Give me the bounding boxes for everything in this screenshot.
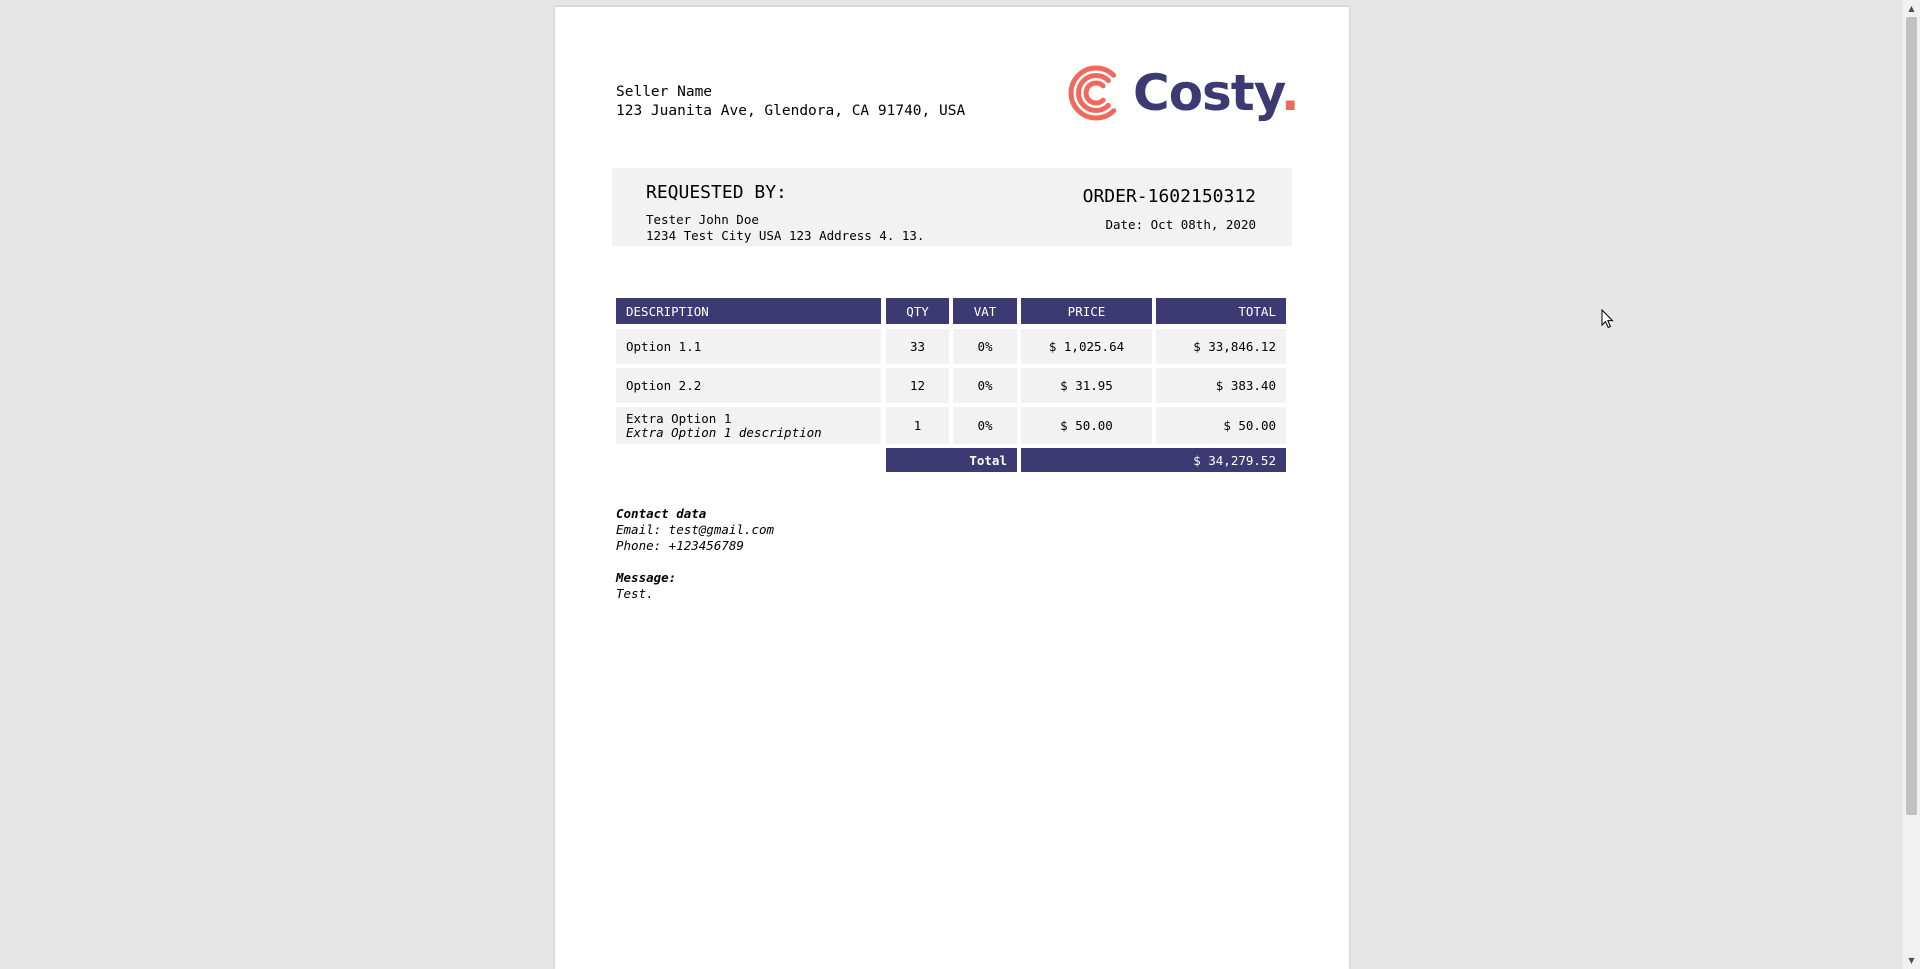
order-number: ORDER-1602150312 (1082, 186, 1256, 207)
row-2-description: Option 2.2 (616, 368, 881, 403)
message-text: Test. (616, 586, 654, 601)
seller-name: Seller Name (616, 84, 713, 100)
row-2-vat: 0% (953, 368, 1017, 403)
row-3-total: $ 50.00 (1156, 407, 1286, 444)
requested-by-box: REQUESTED BY: Tester John Doe 1234 Test … (612, 168, 1292, 246)
scrollbar-thumb[interactable] (1906, 17, 1917, 815)
row-2-price: $ 31.95 (1021, 368, 1152, 403)
row-3-subdescription: Extra Option 1 description (626, 424, 822, 440)
row-2-qty: 12 (886, 368, 949, 403)
requester-details: Tester John Doe 1234 Test City USA 123 A… (646, 212, 924, 244)
logo-text: Costy (1133, 64, 1282, 122)
row-1-description: Option 1.1 (616, 329, 881, 364)
row-3-vat: 0% (953, 407, 1017, 444)
message-label: Message: (616, 570, 677, 585)
row-1-total: $ 33,846.12 (1156, 329, 1286, 364)
brand-logo: Costy. (1068, 65, 1300, 121)
header-qty: QTY (886, 298, 949, 324)
row-1-qty: 33 (886, 329, 949, 364)
row-3-price: $ 50.00 (1021, 407, 1152, 444)
header-price: PRICE (1021, 298, 1152, 324)
logo-wordmark: Costy. (1133, 68, 1300, 118)
grand-total-value: $ 34,279.52 (1021, 448, 1286, 472)
row-1-vat: 0% (953, 329, 1017, 364)
costy-logo-icon (1068, 65, 1117, 121)
row-3-description-title: Extra Option 1 (626, 410, 732, 426)
logo-dot: . (1280, 64, 1300, 122)
row-2-total: $ 383.40 (1156, 368, 1286, 403)
grand-total-label: Total (886, 448, 1017, 472)
seller-block: Seller Name 123 Juanita Ave, Glendora, C… (616, 83, 965, 121)
contact-phone: Phone: +123456789 (616, 538, 744, 553)
contact-email: Email: test@gmail.com (616, 522, 775, 537)
order-date: Date: Oct 08th, 2020 (1105, 217, 1256, 232)
row-1-price: $ 1,025.64 (1021, 329, 1152, 364)
row-3-qty: 1 (886, 407, 949, 444)
header-vat: VAT (953, 298, 1017, 324)
row-3-description: Extra Option 1 Extra Option 1 descriptio… (616, 407, 881, 444)
invoice-page: Seller Name 123 Juanita Ave, Glendora, C… (555, 7, 1349, 969)
header-description: DESCRIPTION (616, 298, 881, 324)
requester-address: 1234 Test City USA 123 Address 4. 13. (646, 228, 925, 243)
header-total: TOTAL (1156, 298, 1286, 324)
contact-block: Contact data Email: test@gmail.com Phone… (616, 506, 774, 602)
scroll-up-arrow-icon[interactable]: ▲ (1903, 0, 1920, 17)
contact-title: Contact data (616, 506, 707, 521)
scroll-down-arrow-icon[interactable]: ▼ (1903, 952, 1920, 969)
requested-by-title: REQUESTED BY: (646, 182, 787, 203)
requester-name: Tester John Doe (646, 212, 759, 227)
seller-address: 123 Juanita Ave, Glendora, CA 91740, USA (616, 103, 966, 119)
vertical-scrollbar[interactable]: ▲ ▼ (1903, 0, 1920, 969)
mouse-cursor-icon (1601, 309, 1614, 329)
